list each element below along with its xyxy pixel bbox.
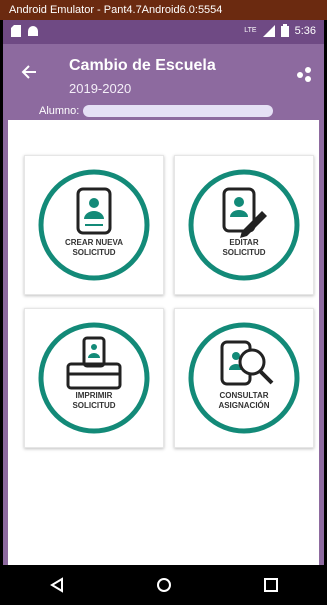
clock: 5:36 bbox=[294, 24, 316, 37]
battery-icon bbox=[280, 24, 289, 37]
school-year: 2019-2020 bbox=[69, 81, 132, 96]
check-assignment-card[interactable]: CONSULTAR ASIGNACIÓN bbox=[174, 308, 314, 448]
printer-icon bbox=[38, 322, 150, 434]
page-title: Cambio de Escuela bbox=[69, 57, 216, 74]
edit-request-card[interactable]: EDITAR SOLICITUD bbox=[174, 155, 314, 295]
signal-icon bbox=[262, 24, 275, 37]
main-menu: CREAR NUEVA SOLICITUD EDITAR SOLICITUD I… bbox=[8, 120, 319, 580]
circle-home-icon bbox=[156, 578, 171, 592]
square-recents-icon bbox=[263, 578, 278, 592]
student-row: Alumno: bbox=[39, 104, 274, 118]
emulator-window-title: Android Emulator - Pant4.7Android6.0:555… bbox=[0, 0, 327, 20]
back-button[interactable] bbox=[15, 58, 43, 86]
share-icon[interactable] bbox=[294, 64, 314, 84]
network-type-label: LTE bbox=[244, 27, 257, 34]
print-request-label: IMPRIMIR SOLICITUD bbox=[72, 391, 116, 410]
status-bar: LTE 5:36 bbox=[3, 20, 324, 44]
create-request-card[interactable]: CREAR NUEVA SOLICITUD bbox=[24, 155, 164, 295]
nav-recents-button[interactable] bbox=[251, 565, 291, 605]
sd-card-icon bbox=[11, 25, 21, 37]
back-arrow-icon bbox=[21, 65, 36, 79]
id-card-pencil-icon bbox=[188, 169, 300, 281]
print-request-card[interactable]: IMPRIMIR SOLICITUD bbox=[24, 308, 164, 448]
nav-back-button[interactable] bbox=[37, 565, 77, 605]
check-assignment-label: CONSULTAR ASIGNACIÓN bbox=[218, 391, 270, 410]
android-nav-bar bbox=[3, 565, 324, 605]
android-icon bbox=[28, 26, 38, 36]
nav-home-button[interactable] bbox=[144, 565, 184, 605]
device-screen: LTE 5:36 Cambio de Escuela 2019-2020 Alu… bbox=[3, 20, 324, 605]
student-name-redacted bbox=[83, 105, 274, 117]
id-card-icon bbox=[38, 169, 150, 281]
create-request-label: CREAR NUEVA SOLICITUD bbox=[64, 238, 124, 257]
search-card-icon bbox=[188, 322, 300, 434]
app-bar: Cambio de Escuela 2019-2020 Alumno: bbox=[3, 44, 324, 120]
student-label: Alumno: bbox=[39, 105, 80, 117]
triangle-back-icon bbox=[49, 577, 63, 593]
edit-request-label: EDITAR SOLICITUD bbox=[222, 238, 266, 257]
